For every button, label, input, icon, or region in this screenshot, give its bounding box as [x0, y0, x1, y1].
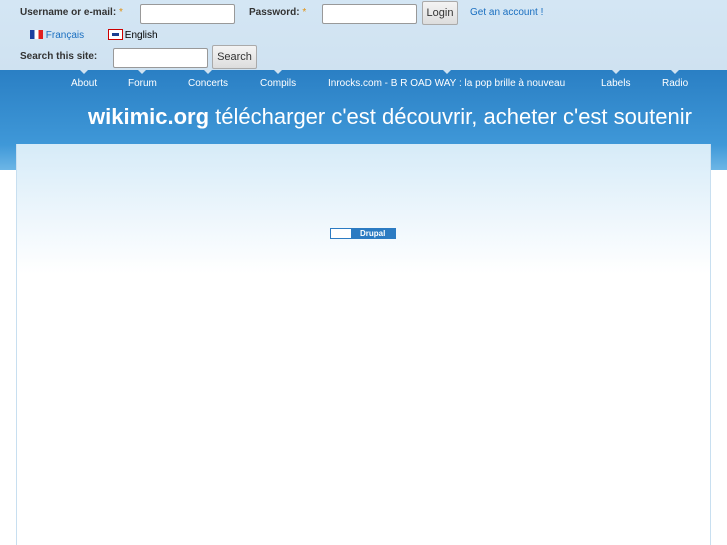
password-label: Password: * — [249, 7, 307, 18]
drupal-icon — [331, 229, 351, 238]
register-link[interactable]: Get an account ! — [470, 7, 543, 18]
site-name[interactable]: wikimic.org — [88, 104, 209, 129]
nav-radio[interactable]: Radio — [662, 70, 688, 89]
nav-inrocks[interactable]: Inrocks.com - B R OAD WAY : la pop brill… — [328, 70, 565, 89]
login-button[interactable]: Login — [422, 1, 458, 25]
site-title: wikimic.org télécharger c'est découvrir,… — [88, 104, 692, 130]
nav-compils[interactable]: Compils — [260, 70, 296, 89]
uk-flag-icon — [108, 29, 123, 40]
site-slogan: télécharger c'est découvrir, acheter c'e… — [215, 104, 692, 129]
top-bar: Username or e-mail: * Password: * Login … — [0, 0, 727, 70]
password-input[interactable] — [322, 4, 417, 24]
username-label: Username or e-mail: * — [20, 7, 123, 18]
search-label: Search this site: — [20, 51, 98, 62]
lang-english[interactable]: English — [108, 29, 158, 41]
french-flag-icon — [30, 30, 43, 39]
nav-forum[interactable]: Forum — [128, 70, 157, 89]
lang-francais[interactable]: Français — [30, 30, 84, 41]
nav-concerts[interactable]: Concerts — [188, 70, 228, 89]
powered-by-drupal-badge[interactable]: Drupal — [330, 228, 396, 239]
nav-about[interactable]: About — [71, 70, 97, 89]
search-input[interactable] — [113, 48, 208, 68]
search-button[interactable]: Search — [212, 45, 257, 69]
main-content — [16, 144, 711, 545]
username-input[interactable] — [140, 4, 235, 24]
nav-labels[interactable]: Labels — [601, 70, 630, 89]
